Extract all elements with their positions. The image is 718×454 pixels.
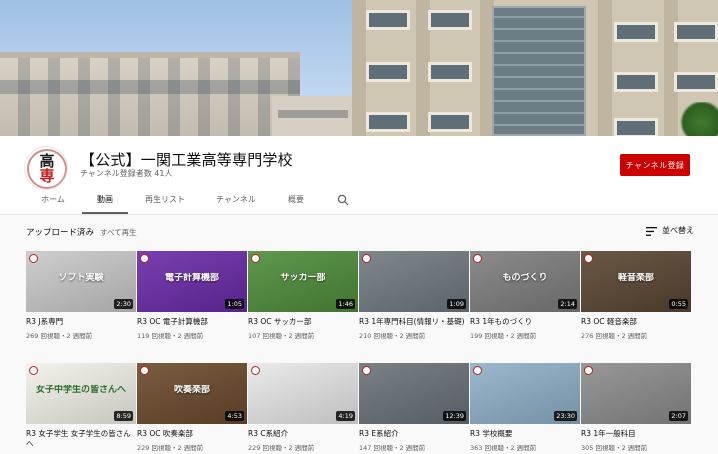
video-title[interactable]: R3 女子学生 女子学生の皆さんへ (26, 429, 136, 449)
video-duration: 23:30 (554, 411, 577, 421)
video-thumbnail[interactable]: 女子中学生の皆さんへ 8:59 (26, 363, 136, 424)
school-logo-icon (473, 366, 482, 375)
video-meta: 305 回視聴・2 週間前 (581, 444, 648, 452)
thumbnail-caption: ソフト実験 (58, 273, 104, 283)
video-title[interactable]: R3 E系紹介 (359, 429, 469, 439)
video-thumbnail[interactable]: 23:30 (470, 363, 580, 424)
video-duration: 1:46 (336, 299, 355, 309)
video-duration: 2:07 (669, 411, 688, 421)
video-meta: 199 回視聴・2 週間前 (470, 332, 537, 340)
video-title[interactable]: R3 学校概要 (470, 429, 580, 439)
video-title[interactable]: R3 OC 軽音楽部 (581, 317, 691, 327)
school-logo-icon (362, 254, 371, 263)
thumbnail-caption: 軽音楽部 (617, 273, 654, 283)
school-logo-icon (584, 366, 593, 375)
video-duration: 2:30 (114, 299, 133, 309)
video-thumbnail[interactable]: 軽音楽部 0:55 (581, 251, 691, 312)
video-title[interactable]: R3 OC サッカー部 (248, 317, 358, 327)
video-thumbnail[interactable]: 12:39 (359, 363, 469, 424)
video-meta: 276 回視聴・2 週間前 (581, 332, 648, 340)
school-logo-icon (140, 254, 149, 263)
video-title[interactable]: R3 OC 吹奏楽部 (137, 429, 247, 439)
video-meta: 147 回視聴・2 週間前 (359, 444, 426, 452)
school-logo-icon (29, 366, 38, 375)
thumbnail-caption: 女子中学生の皆さんへ (35, 385, 126, 395)
video-thumbnail[interactable]: ソフト実験 2:30 (26, 251, 136, 312)
video-duration: 12:39 (443, 411, 466, 421)
video-meta: 229 回視聴・2 週間前 (137, 444, 204, 452)
video-meta: 269 回視聴・2 週間前 (26, 332, 93, 340)
video-duration: 8:59 (114, 411, 133, 421)
thumbnail-caption: 吹奏楽部 (173, 385, 210, 395)
school-logo-icon (362, 366, 371, 375)
video-meta: 229 回視聴・2 週間前 (248, 444, 315, 452)
video-thumbnail[interactable]: 2:07 (581, 363, 691, 424)
video-duration: 2:14 (558, 299, 577, 309)
video-thumbnail[interactable]: 1:09 (359, 251, 469, 312)
school-logo-icon (29, 254, 38, 263)
video-duration: 1:09 (447, 299, 466, 309)
video-duration: 0:55 (669, 299, 688, 309)
youtube-channel-page: 高 専 【公式】一関工業高等専門学校 チャンネル登録者数 41人 チャンネル登録… (0, 0, 718, 454)
video-title[interactable]: R3 1年一般科目 (581, 429, 691, 439)
video-duration: 4:53 (225, 411, 244, 421)
video-thumbnail[interactable]: 電子計算機部 1:05 (137, 251, 247, 312)
video-title[interactable]: R3 J系専門 (26, 317, 136, 327)
thumbnail-caption: ものづくり (502, 273, 548, 283)
video-title[interactable]: R3 C系紹介 (248, 429, 358, 439)
video-duration: 1:05 (225, 299, 244, 309)
video-meta: 210 回視聴・2 週間前 (359, 332, 426, 340)
video-meta: 107 回視聴・2 週間前 (248, 332, 315, 340)
school-logo-icon (251, 254, 260, 263)
video-thumbnail[interactable]: 吹奏楽部 4:53 (137, 363, 247, 424)
school-logo-icon (584, 254, 593, 263)
video-grid: ソフト実験 2:30 R3 J系専門 269 回視聴・2 週間前 電子計算機部 1:05 R… (0, 0, 718, 454)
video-title[interactable]: R3 OC 電子計算機部 (137, 317, 247, 327)
thumbnail-caption: 電子計算機部 (164, 273, 219, 283)
video-thumbnail[interactable]: ものづくり 2:14 (470, 251, 580, 312)
video-thumbnail[interactable]: 4:19 (248, 363, 358, 424)
video-meta: 119 回視聴・2 週間前 (137, 332, 204, 340)
school-logo-icon (140, 366, 149, 375)
video-title[interactable]: R3 1年専門科目(情報リ・基礎) (359, 317, 469, 327)
thumbnail-caption: サッカー部 (280, 273, 326, 283)
video-duration: 4:19 (336, 411, 355, 421)
school-logo-icon (251, 366, 260, 375)
video-title[interactable]: R3 1年ものづくり (470, 317, 580, 327)
school-logo-icon (473, 254, 482, 263)
video-meta: 363 回視聴・2 週間前 (470, 444, 537, 452)
video-thumbnail[interactable]: サッカー部 1:46 (248, 251, 358, 312)
